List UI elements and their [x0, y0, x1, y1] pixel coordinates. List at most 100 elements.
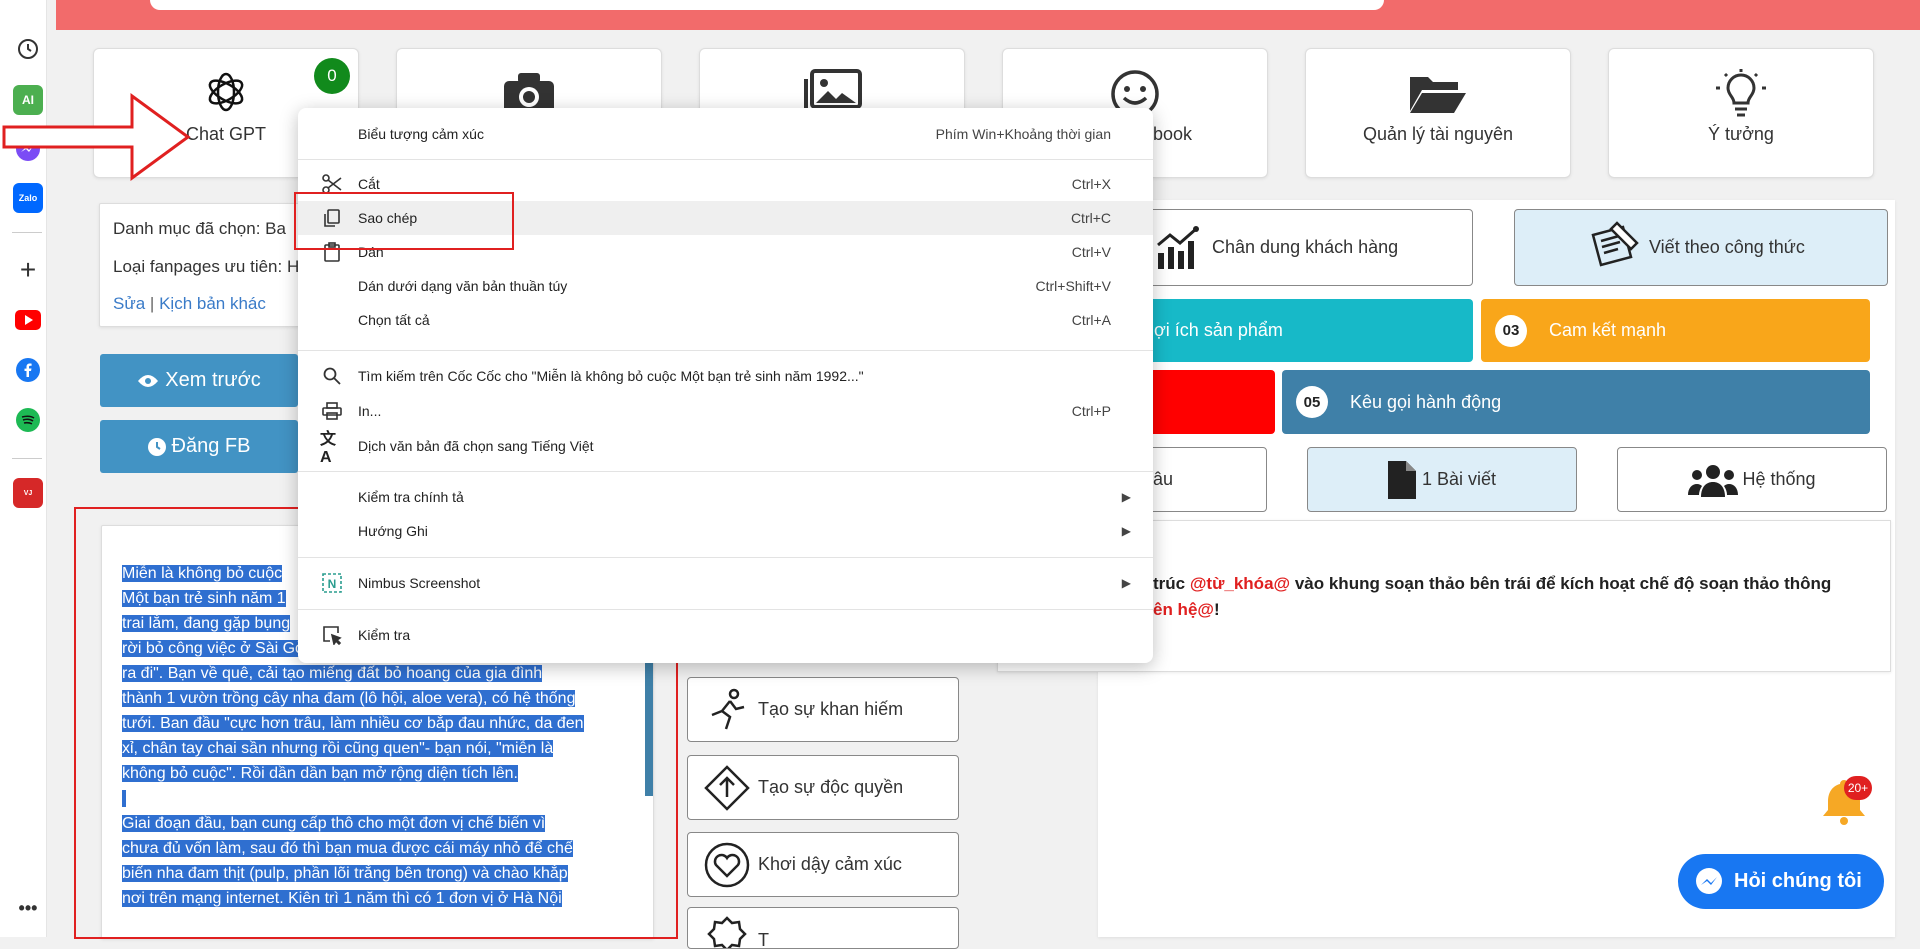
resources-tool-card[interactable]: Quản lý tài nguyên: [1305, 48, 1571, 178]
commitment-label: Cam kết mạnh: [1549, 320, 1667, 340]
file-icon: [1387, 460, 1416, 499]
ideas-label: Ý tưởng: [1708, 124, 1774, 144]
menu-label: In...: [358, 403, 382, 419]
scarcity-tile[interactable]: Tạo sự khan hiếm: [687, 677, 959, 742]
commitment-tile[interactable]: 03 Cam kết mạnh: [1481, 299, 1870, 362]
badge-icon: [707, 916, 747, 948]
youtube-icon[interactable]: [13, 305, 43, 335]
commitment-number: 03: [1495, 314, 1527, 347]
chevron-right-icon: ▶: [1121, 490, 1131, 504]
chat-button-label: Hỏi chúng tôi: [1734, 870, 1862, 892]
link-divider: |: [149, 294, 155, 313]
benefit-tile[interactable]: ợi ích sản phẩm: [1140, 299, 1473, 362]
exclusivity-tile[interactable]: Tạo sự độc quyền: [687, 755, 959, 820]
menu-label: Tìm kiếm trên Cốc Cốc cho "Miễn là không…: [358, 368, 864, 384]
printer-icon: [320, 399, 344, 423]
fanpage-label: Loại fanpages ưu tiên: H: [113, 257, 300, 276]
partial-tile[interactable]: T: [687, 907, 959, 949]
folder-open-icon: [1410, 77, 1466, 113]
cta-label: Kêu gọi hành động: [1350, 391, 1502, 412]
menu-item-direction[interactable]: Hướng Ghi ▶: [298, 514, 1153, 548]
tab-system-label: Hệ thống: [1742, 469, 1816, 489]
instruction-prefix: trúc: [1153, 574, 1190, 593]
cta-tile[interactable]: 05 Kêu gọi hành động: [1282, 370, 1870, 434]
edit-link[interactable]: Sửa: [113, 294, 145, 313]
selected-info-panel: Danh mục đã chọn: Ba Loại fanpages ưu ti…: [99, 203, 311, 327]
chat-with-us-button[interactable]: Hỏi chúng tôi: [1678, 854, 1884, 909]
tab-partial[interactable]: âu: [1140, 447, 1267, 512]
menu-item-select-all[interactable]: Chọn tất cả Ctrl+A: [298, 303, 1153, 337]
menu-label: Chọn tất cả: [358, 312, 430, 328]
cta-number: 05: [1296, 386, 1328, 418]
ideas-tool-card[interactable]: Ý tưởng: [1608, 48, 1874, 178]
other-script-link[interactable]: Kịch bản khác: [159, 294, 266, 313]
chevron-right-icon: ▶: [1121, 524, 1131, 538]
menu-item-translate[interactable]: 文A Dịch văn bản đã chọn sang Tiếng Việt: [298, 429, 1153, 466]
add-icon[interactable]: +: [13, 254, 43, 285]
tab-system[interactable]: Hệ thống: [1617, 447, 1887, 512]
users-icon: [1688, 464, 1739, 497]
notification-bell[interactable]: 20+: [1822, 776, 1872, 828]
post-fb-button[interactable]: Đăng FB: [100, 420, 298, 473]
menu-shortcut: Ctrl+A: [1071, 312, 1111, 328]
nimbus-icon: N: [320, 571, 344, 595]
instruction-text: trúc @từ_khóa@ vào khung soạn thảo bên t…: [1153, 571, 1831, 623]
menu-label: Hướng Ghi: [358, 523, 428, 539]
tab-one-post-label: 1 Bài viết: [1421, 469, 1497, 489]
browser-address-strip: [150, 0, 1384, 10]
write-formula-tile[interactable]: Viết theo công thức: [1514, 209, 1888, 286]
menu-label: Kiểm tra: [358, 627, 411, 643]
menu-item-search[interactable]: Tìm kiếm trên Cốc Cốc cho "Miễn là không…: [298, 359, 1153, 393]
clock-icon: [147, 437, 166, 456]
vietjet-icon[interactable]: VJ: [13, 478, 43, 508]
menu-shortcut: Ctrl+Shift+V: [1035, 278, 1111, 294]
menu-shortcut: Ctrl+X: [1071, 176, 1111, 192]
chart-growth-icon: [1157, 225, 1199, 269]
menu-label: Dịch văn bản đã chọn sang Tiếng Việt: [358, 438, 594, 454]
partial-tile-label: T: [758, 930, 769, 949]
emotion-label: Khơi dậy cảm xúc: [758, 854, 902, 874]
menu-item-paste-plain[interactable]: Dán dưới dạng văn bản thuần túy Ctrl+Shi…: [298, 269, 1153, 303]
menu-item-nimbus[interactable]: N Nimbus Screenshot ▶: [298, 566, 1153, 600]
note-writing-icon: [1591, 220, 1639, 267]
preview-button-label: Xem trước: [165, 369, 261, 391]
bell-badge: 20+: [1844, 776, 1872, 800]
more-icon[interactable]: •••: [13, 893, 43, 923]
menu-shortcut: Ctrl+P: [1071, 403, 1111, 419]
menu-item-inspect[interactable]: Kiểm tra: [298, 618, 1153, 652]
contact-token: ên hệ@: [1153, 600, 1214, 619]
spotify-icon[interactable]: [13, 405, 43, 435]
chevron-right-icon: ▶: [1121, 576, 1131, 590]
menu-shortcut: Phím Win+Khoảng thời gian: [935, 126, 1111, 142]
eye-icon: [138, 374, 159, 387]
instruction-body: vào khung soạn thảo bên trái để kích hoạ…: [1290, 574, 1832, 593]
zalo-icon[interactable]: Zalo: [13, 183, 43, 213]
menu-shortcut: Ctrl+V: [1071, 244, 1111, 260]
lightbulb-icon: [1716, 69, 1766, 117]
chatgpt-icon: [208, 72, 244, 112]
customer-portrait-tile[interactable]: Chân dung khách hàng: [1121, 209, 1473, 286]
preview-button[interactable]: Xem trước: [100, 354, 298, 407]
instruction-end: !: [1213, 600, 1220, 619]
exclusivity-label: Tạo sự độc quyền: [758, 777, 904, 797]
chatgpt-badge: 0: [314, 58, 350, 94]
menu-item-spellcheck[interactable]: Kiểm tra chính tả ▶: [298, 480, 1153, 514]
menu-item-emoji[interactable]: Biểu tượng cảm xúc Phím Win+Khoảng thời …: [298, 117, 1153, 151]
messenger-chat-icon: [1696, 867, 1722, 894]
scarcity-label: Tạo sự khan hiếm: [758, 699, 904, 719]
emotion-tile[interactable]: Khơi dậy cảm xúc: [687, 832, 959, 897]
svg-text:N: N: [328, 577, 337, 591]
red-category-tile[interactable]: [1140, 370, 1275, 434]
translate-icon: 文A: [320, 431, 337, 466]
red-arrow-annotation: [2, 93, 191, 181]
tab-one-post[interactable]: 1 Bài viết: [1307, 447, 1577, 512]
running-icon: [711, 688, 745, 729]
facebook-icon[interactable]: [13, 355, 43, 385]
resources-label: Quản lý tài nguyên: [1362, 124, 1514, 144]
history-icon[interactable]: [13, 34, 43, 64]
write-formula-label: Viết theo công thức: [1649, 237, 1805, 257]
search-icon: [320, 364, 344, 388]
menu-item-print[interactable]: In... Ctrl+P: [298, 394, 1153, 428]
customer-portrait-label: Chân dung khách hàng: [1212, 237, 1399, 257]
category-label: Danh mục đã chọn: Ba: [113, 219, 286, 238]
